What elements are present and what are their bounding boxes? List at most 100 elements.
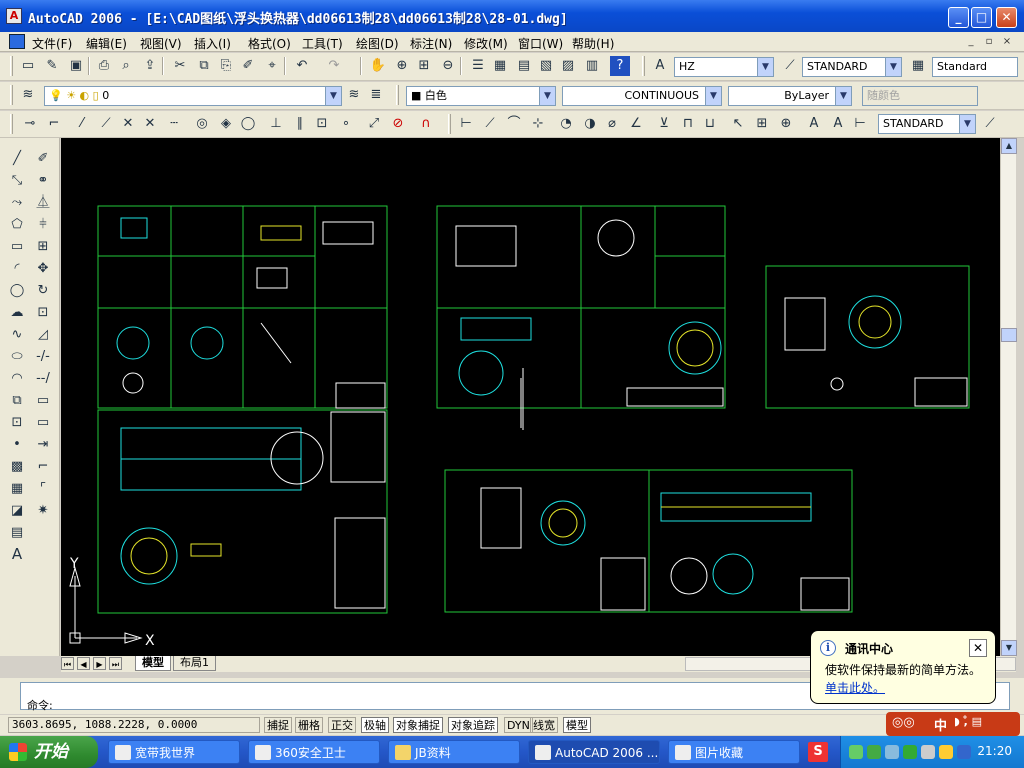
snap-quadrant-icon[interactable]: ◈ <box>216 114 236 134</box>
task-360[interactable]: 360安全卫士 <box>248 740 380 764</box>
dimension-edit-icon[interactable]: A <box>804 114 824 134</box>
menu-edit[interactable]: 编辑(E) <box>86 35 127 52</box>
chevron-down-icon[interactable]: ▼ <box>539 87 555 105</box>
color-select[interactable]: ■ 白色 ▼ <box>406 86 556 106</box>
move-icon[interactable]: ✥ <box>32 258 54 279</box>
point-icon[interactable]: • <box>6 434 28 455</box>
linear-dimension-icon[interactable]: ⊢ <box>456 114 476 134</box>
fillet-icon[interactable]: ⌜ <box>32 478 54 499</box>
document-icon[interactable] <box>9 34 25 49</box>
menu-modify[interactable]: 修改(M) <box>464 35 508 52</box>
gradient-icon[interactable]: ▦ <box>6 478 28 499</box>
new-file-icon[interactable]: ▭ <box>18 56 38 76</box>
spline-icon[interactable]: ∿ <box>6 324 28 345</box>
doc-close-button[interactable]: × <box>999 35 1015 49</box>
snap-extension-icon[interactable]: ┄ <box>164 114 184 134</box>
chevron-down-icon[interactable]: ▼ <box>705 87 721 105</box>
construction-line-icon[interactable]: ⤡ <box>6 170 28 191</box>
explode-icon[interactable]: ✷ <box>32 500 54 521</box>
quick-dimension-icon[interactable]: ⊻ <box>654 114 674 134</box>
object-track-toggle[interactable]: 对象追踪 <box>448 717 498 733</box>
snap-nearest-icon[interactable]: ⤢ <box>364 114 384 134</box>
chevron-down-icon[interactable]: ▼ <box>959 115 975 133</box>
snap-insert-icon[interactable]: ⊡ <box>312 114 332 134</box>
dyn-toggle[interactable]: DYN <box>504 717 533 733</box>
ortho-toggle[interactable]: 正交 <box>328 717 356 733</box>
copy-object-icon[interactable]: ⚭ <box>32 170 54 191</box>
menu-file[interactable]: 文件(F) <box>32 35 72 52</box>
ordinate-dimension-icon[interactable]: ⊹ <box>528 114 548 134</box>
mirror-icon[interactable]: ⏅ <box>32 192 54 213</box>
erase-icon[interactable]: ✐ <box>32 148 54 169</box>
snap-perpendicular-icon[interactable]: ⊥ <box>266 114 286 134</box>
break-icon[interactable]: ▭ <box>32 412 54 433</box>
next-tab-icon[interactable]: ▶ <box>93 657 106 670</box>
zoom-window-icon[interactable]: ⊞ <box>414 56 434 76</box>
autocad-app-icon[interactable]: A <box>6 8 22 24</box>
continue-dimension-icon[interactable]: ⊔ <box>700 114 720 134</box>
design-center-icon[interactable]: ▦ <box>490 56 510 76</box>
table-style-icon[interactable]: ▦ <box>908 56 928 76</box>
snap-toggle[interactable]: 捕捉 <box>264 717 292 733</box>
zoom-previous-icon[interactable]: ⊖ <box>438 56 458 76</box>
zoom-realtime-icon[interactable]: ⊕ <box>392 56 412 76</box>
doc-minimize-button[interactable]: _ <box>963 35 979 49</box>
paste-icon[interactable]: ⎘ <box>216 56 236 76</box>
multiline-text-icon[interactable]: A <box>6 544 28 565</box>
tray-icon[interactable] <box>849 745 863 759</box>
menu-window[interactable]: 窗口(W) <box>518 35 563 52</box>
clock[interactable]: 21:20 <box>977 744 1012 758</box>
break-at-point-icon[interactable]: ▭ <box>32 390 54 411</box>
snap-apparent-intersection-icon[interactable]: ✕ <box>140 114 160 134</box>
polygon-icon[interactable]: ⬠ <box>6 214 28 235</box>
chamfer-icon[interactable]: ⌐ <box>32 456 54 477</box>
snap-from-icon[interactable]: ⌐ <box>44 114 64 134</box>
extend-icon[interactable]: --/ <box>32 368 54 389</box>
snap-node-icon[interactable]: ∘ <box>336 114 356 134</box>
last-tab-icon[interactable]: ⏭ <box>109 657 122 670</box>
insert-block-icon[interactable]: ⧉ <box>6 390 28 411</box>
polar-toggle[interactable]: 极轴 <box>361 717 389 733</box>
pan-icon[interactable]: ✋ <box>368 56 388 76</box>
cut-icon[interactable]: ✂ <box>170 56 190 76</box>
table-style-select[interactable]: Standard <box>932 57 1018 77</box>
snap-parallel-icon[interactable]: ∥ <box>290 114 310 134</box>
scroll-down-icon[interactable]: ▼ <box>1001 640 1017 656</box>
table-icon[interactable]: ▤ <box>6 522 28 543</box>
snap-tangent-icon[interactable]: ◯ <box>238 114 258 134</box>
coordinate-display[interactable]: 3603.8695, 1088.2228, 0.0000 <box>8 717 260 733</box>
tray-icon[interactable] <box>939 745 953 759</box>
center-mark-icon[interactable]: ⊕ <box>776 114 796 134</box>
menu-insert[interactable]: 插入(I) <box>194 35 231 52</box>
balloon-link[interactable]: 单击此处。 <box>825 679 885 696</box>
model-space-toggle[interactable]: 模型 <box>563 717 591 733</box>
aligned-dimension-icon[interactable]: ⟋ <box>480 114 500 134</box>
task-pictures[interactable]: 图片收藏 <box>668 740 800 764</box>
copy-icon[interactable]: ⧉ <box>194 56 214 76</box>
line-icon[interactable]: ╱ <box>6 148 28 169</box>
ellipse-arc-icon[interactable]: ◠ <box>6 368 28 389</box>
snap-intersection-icon[interactable]: ✕ <box>118 114 138 134</box>
lineweight-select[interactable]: ByLayer ▼ <box>728 86 852 106</box>
tray-icon[interactable] <box>885 745 899 759</box>
dimension-update-icon[interactable]: ⊢ <box>850 114 870 134</box>
doc-restore-button[interactable]: ▫ <box>981 35 997 49</box>
trim-icon[interactable]: -/- <box>32 346 54 367</box>
match-properties-icon[interactable]: ✐ <box>238 56 258 76</box>
text-style-icon[interactable]: A <box>650 56 670 76</box>
task-jb-folder[interactable]: JB资料 <box>388 740 520 764</box>
grid-toggle[interactable]: 栅格 <box>295 717 323 733</box>
menu-dimension[interactable]: 标注(N) <box>410 35 452 52</box>
arc-icon[interactable]: ◜ <box>6 258 28 279</box>
osnap-settings-icon[interactable]: ∩ <box>416 114 436 134</box>
ime-toolbar[interactable]: ◎◎ 中 ◗ ,̊ ▤ <box>886 712 1020 736</box>
tab-layout1[interactable]: 布局1 <box>173 656 216 671</box>
rotate-icon[interactable]: ↻ <box>32 280 54 301</box>
angular-dimension-icon[interactable]: ∠ <box>626 114 646 134</box>
dimension-style-icon[interactable]: ⟋ <box>980 114 1000 134</box>
dim-style-icon[interactable]: ⟋ <box>780 56 800 76</box>
text-style-select[interactable]: HZ ▼ <box>674 57 774 77</box>
close-button[interactable]: ✕ <box>996 7 1017 28</box>
publish-icon[interactable]: ⇪ <box>140 56 160 76</box>
calculator-icon[interactable]: ▥ <box>582 56 602 76</box>
